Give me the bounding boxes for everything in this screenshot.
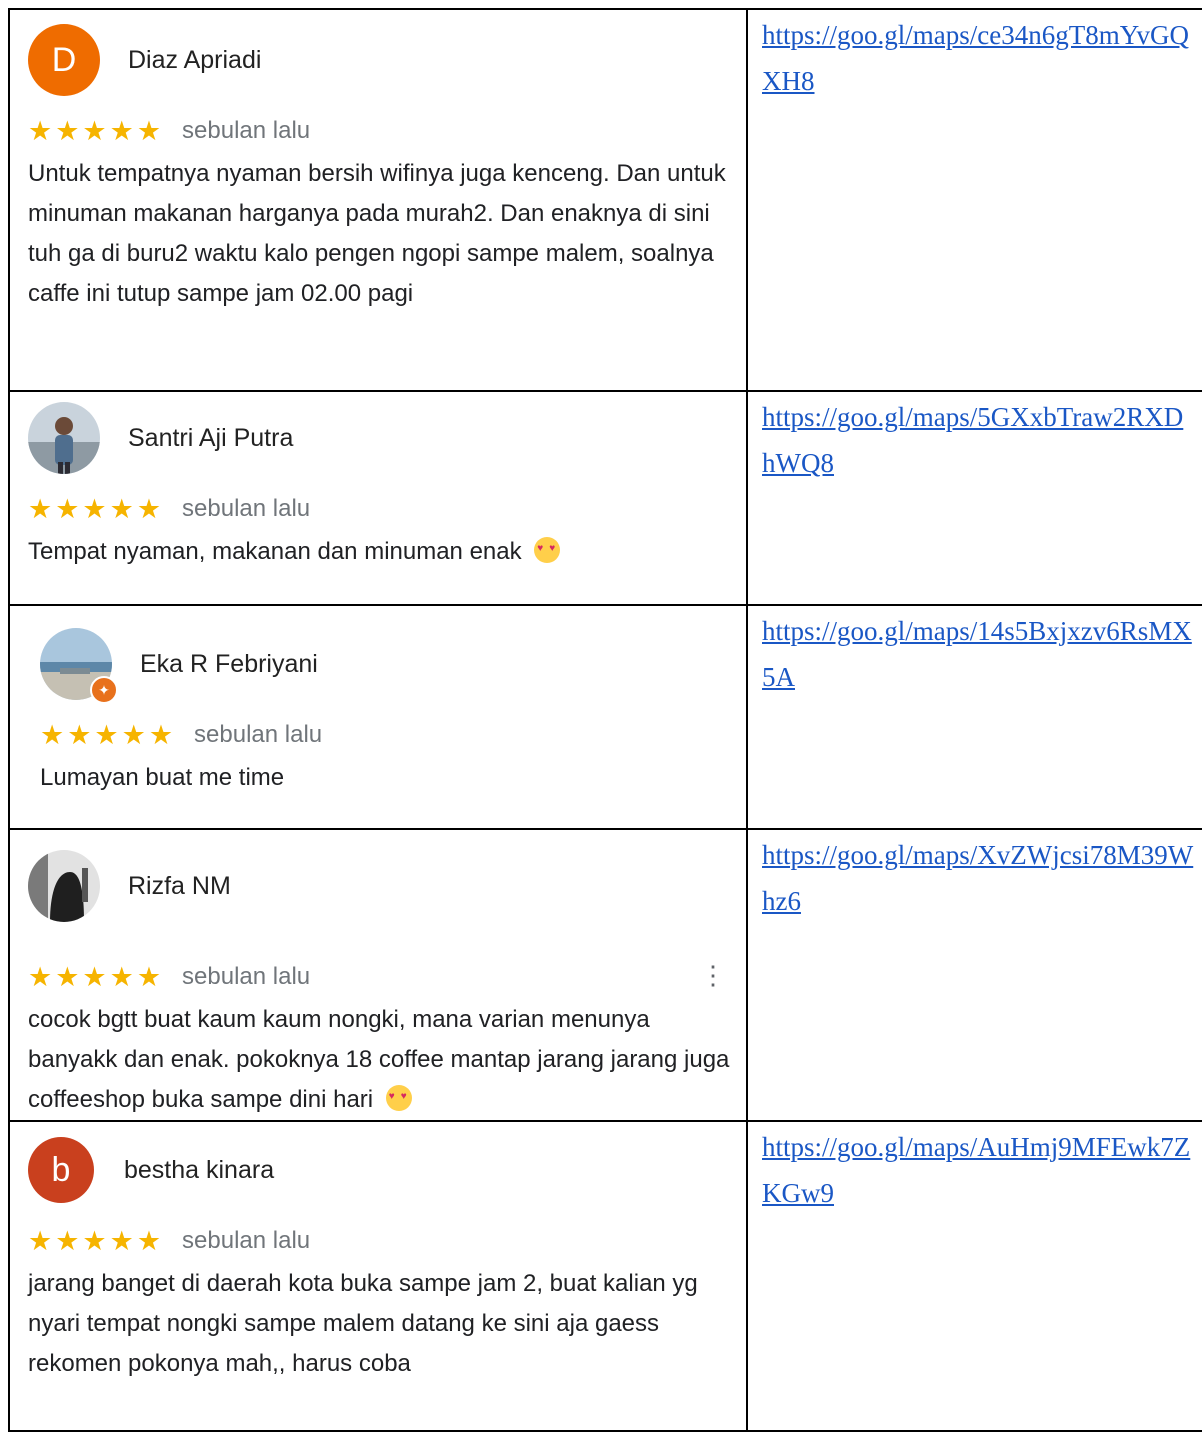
avatar-letter: D — [51, 40, 77, 79]
table-row: b bestha kinara ★★★★★ sebulan lalu jaran… — [8, 1120, 1202, 1432]
table-row: Rizfa NM ★★★★★ sebulan lalu ⋮ cocok bgtt… — [8, 828, 1202, 1122]
person-photo-icon[interactable] — [28, 402, 100, 474]
review-text-wrap: cocok bgtt buat kaum kaum nongki, mana v… — [28, 1000, 746, 1120]
avatar[interactable]: D — [28, 24, 100, 96]
reviewer-name[interactable]: Eka R Febriyani — [140, 650, 318, 679]
review-time: sebulan lalu — [182, 963, 311, 990]
reviewer-name[interactable]: Diaz Apriadi — [128, 46, 261, 75]
link-cell: https://goo.gl/maps/14s5Bxjxzv6RsMX5A — [746, 604, 1202, 830]
reviewer-name[interactable]: Santri Aji Putra — [128, 424, 293, 453]
review-text: jarang banget di daerah kota buka sampe … — [28, 1270, 698, 1377]
review-text: Tempat nyaman, makanan dan minuman enak — [28, 538, 522, 565]
table-row: ✦ Eka R Febriyani ★★★★★ sebulan lalu Lum… — [8, 604, 1202, 830]
rating-row: ★★★★★ sebulan lalu — [28, 954, 746, 1000]
review-cell: Rizfa NM ★★★★★ sebulan lalu ⋮ cocok bgtt… — [8, 828, 748, 1122]
review-card: Santri Aji Putra ★★★★★ sebulan lalu Temp… — [10, 392, 746, 572]
more-options-icon[interactable]: ⋮ — [700, 960, 726, 991]
rating-row: ★★★★★ sebulan lalu — [28, 1218, 746, 1264]
map-link[interactable]: https://goo.gl/maps/5GXxbTraw2RXDhWQ8 — [762, 394, 1202, 486]
map-link[interactable]: https://goo.gl/maps/AuHmj9MFEwk7ZKGw9 — [762, 1124, 1202, 1216]
star-rating: ★★★★★ — [40, 719, 177, 750]
review-card: Rizfa NM ★★★★★ sebulan lalu ⋮ cocok bgtt… — [10, 840, 746, 1120]
review-cell: D Diaz Apriadi ★★★★★ sebulan lalu Untuk … — [8, 8, 748, 392]
review-text-wrap: Tempat nyaman, makanan dan minuman enak … — [28, 532, 746, 572]
review-time: sebulan lalu — [182, 495, 311, 522]
heart-eyes-icon: ♥ ♥ — [385, 1085, 412, 1111]
avatar[interactable]: b — [28, 1137, 94, 1203]
review-card: ✦ Eka R Febriyani ★★★★★ sebulan lalu Lum… — [10, 618, 746, 798]
star-rating: ★★★★★ — [28, 961, 165, 992]
review-text: cocok bgtt buat kaum kaum nongki, mana v… — [28, 1006, 730, 1113]
review-text: Untuk tempatnya nyaman bersih wifinya ju… — [28, 160, 726, 307]
map-link[interactable]: https://goo.gl/maps/ce34n6gT8mYvGQXH8 — [762, 12, 1202, 104]
rating-row: ★★★★★ sebulan lalu — [28, 486, 746, 532]
review-time: sebulan lalu — [182, 117, 311, 144]
review-cell: Santri Aji Putra ★★★★★ sebulan lalu Temp… — [8, 390, 748, 606]
review-time: sebulan lalu — [182, 1227, 311, 1254]
local-guide-icon: ✦ — [90, 676, 118, 704]
avatar-letter: b — [51, 1150, 71, 1189]
review-card: b bestha kinara ★★★★★ sebulan lalu jaran… — [10, 1124, 746, 1384]
reviewer-name[interactable]: Rizfa NM — [128, 872, 231, 901]
table-row: D Diaz Apriadi ★★★★★ sebulan lalu Untuk … — [8, 8, 1202, 392]
star-rating: ★★★★★ — [28, 115, 165, 146]
reviews-table: D Diaz Apriadi ★★★★★ sebulan lalu Untuk … — [8, 8, 1202, 1432]
review-cell: ✦ Eka R Febriyani ★★★★★ sebulan lalu Lum… — [8, 604, 748, 830]
link-cell: https://goo.gl/maps/ce34n6gT8mYvGQXH8 — [746, 8, 1202, 392]
link-cell: https://goo.gl/maps/5GXxbTraw2RXDhWQ8 — [746, 390, 1202, 606]
review-time: sebulan lalu — [194, 721, 323, 748]
bw-photo-icon[interactable] — [28, 850, 100, 922]
reviewer-name[interactable]: bestha kinara — [124, 1156, 274, 1185]
rating-row: ★★★★★ sebulan lalu — [28, 108, 746, 154]
star-rating: ★★★★★ — [28, 1225, 165, 1256]
link-cell: https://goo.gl/maps/XvZWjcsi78M39Whz6 — [746, 828, 1202, 1122]
review-card: D Diaz Apriadi ★★★★★ sebulan lalu Untuk … — [10, 14, 746, 314]
table-row: Santri Aji Putra ★★★★★ sebulan lalu Temp… — [8, 390, 1202, 606]
map-link[interactable]: https://goo.gl/maps/14s5Bxjxzv6RsMX5A — [762, 608, 1202, 700]
review-cell: b bestha kinara ★★★★★ sebulan lalu jaran… — [8, 1120, 748, 1432]
review-text: Lumayan buat me time — [40, 764, 285, 791]
smiling-face-with-hearts-icon: ♥ ♥ — [534, 537, 561, 563]
beach-photo-icon[interactable]: ✦ — [40, 628, 118, 704]
map-link[interactable]: https://goo.gl/maps/XvZWjcsi78M39Whz6 — [762, 832, 1202, 924]
rating-row: ★★★★★ sebulan lalu — [40, 712, 746, 758]
link-cell: https://goo.gl/maps/AuHmj9MFEwk7ZKGw9 — [746, 1120, 1202, 1432]
star-rating: ★★★★★ — [28, 493, 165, 524]
